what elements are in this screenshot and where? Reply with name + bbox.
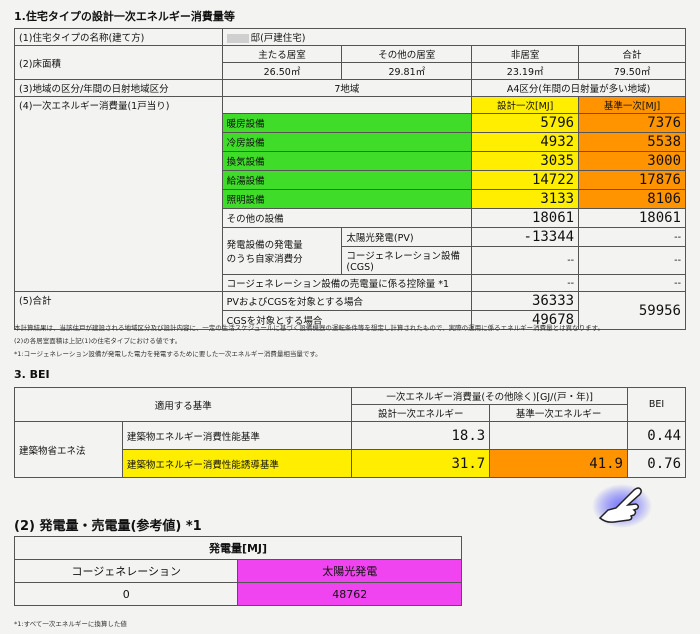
total-pv-cgs-value: 36333: [471, 291, 580, 311]
cgs-column-label: コージェネレーション: [13, 559, 239, 583]
blank-cell: [221, 96, 473, 114]
equipment-standard: 8106: [578, 189, 686, 209]
energy-header: 一次エネルギー消費量(その他除く)[GJ/(戸・年)]: [351, 387, 628, 405]
criterion-bei: 0.76: [626, 449, 687, 478]
generation-label-line2: のうち自家消費分: [226, 254, 303, 265]
cgs-label: コージェネレーション設備(CGS): [341, 246, 473, 275]
deduction-design: --: [471, 274, 580, 292]
other-equipment-label: その他の設備: [221, 208, 473, 228]
equipment-design: 5796: [471, 113, 580, 133]
design-header: 設計一次エネルギー: [351, 404, 491, 422]
equipment-name: 換気設備: [221, 151, 473, 171]
footnote: *1:すべて一次エネルギーに換算した値: [14, 620, 127, 628]
generation-label-line1: 発電設備の発電量: [226, 240, 303, 251]
area-header: 合計: [578, 45, 686, 63]
cgs-design: --: [471, 246, 580, 275]
region-value: 7地域: [221, 79, 473, 97]
region-label: (3)地域の区分/年間の日射地域区分: [14, 79, 223, 97]
section3-title: 3. BEI: [14, 368, 50, 381]
standard-header: 基準一次エネルギー: [489, 404, 628, 422]
note-2: (2)の各居室面積は上記(1)の住宅タイプにおける値です。: [14, 337, 182, 345]
energy-table: (1)住宅タイプの名称(建て方) 邸(戸建住宅) (2)床面積 主たる居室 その…: [14, 28, 687, 330]
area-value: 79.50㎡: [578, 62, 686, 80]
standard-header: 基準一次[MJ]: [578, 96, 686, 114]
applied-header: 適用する基準: [13, 387, 353, 422]
criterion-design: 31.7: [351, 449, 491, 478]
area-value: 26.50㎡: [221, 62, 343, 80]
area-label: (2)床面積: [14, 45, 223, 80]
section1-title: 1.住宅タイプの設計一次エネルギー消費量等: [14, 10, 235, 23]
note-3: *1:コージェネレーション設備が発電した電力を発電するために要した一次エネルギー…: [14, 350, 322, 358]
generation-table: 発電量[MJ] コージェネレーション 太陽光発電 0 48762: [13, 536, 462, 606]
other-design: 18061: [471, 208, 580, 228]
criterion-standard: [489, 421, 628, 450]
deduction-label: コージェネレーション設備の売電量に係る控除量 *1: [221, 274, 473, 292]
equipment-design: 3035: [471, 151, 580, 171]
total-pv-cgs-label: PVおよびCGSを対象とする場合: [221, 291, 473, 311]
equipment-design: 14722: [471, 170, 580, 190]
bei-table: 適用する基準 一次エネルギー消費量(その他除く)[GJ/(戸・年)] BEI 設…: [13, 387, 687, 478]
criterion-bei: 0.44: [626, 421, 687, 450]
bei-header: BEI: [626, 387, 687, 422]
pv-standard: --: [578, 227, 686, 247]
solar-region-value: A4区分(年間の日射量が多い地域): [471, 79, 686, 97]
energy-label: (4)一次エネルギー消費量(1戸当り): [14, 96, 223, 292]
equipment-name: 暖房設備: [221, 113, 473, 133]
pv-label: 太陽光発電(PV): [341, 227, 473, 247]
area-header: 非居室: [471, 45, 580, 63]
law-label: 建築物省エネ法: [14, 421, 123, 478]
equipment-name: 給湯設備: [221, 170, 473, 190]
criterion-design: 18.3: [351, 421, 491, 450]
name-label: (1)住宅タイプの名称(建て方): [14, 28, 223, 46]
equipment-name: 冷房設備: [221, 132, 473, 152]
generation-header: 発電量[MJ]: [14, 536, 462, 560]
generation-label: 発電設備の発電量 のうち自家消費分: [221, 227, 343, 275]
area-value: 29.81㎡: [341, 62, 473, 80]
criterion-name: 建築物エネルギー消費性能基準: [121, 421, 353, 450]
deduction-standard: --: [578, 274, 686, 292]
name-text: 邸(戸建住宅): [250, 33, 306, 44]
equipment-standard: 7376: [578, 113, 686, 133]
pv-column-label: 太陽光発電: [237, 559, 462, 583]
design-header: 設計一次[MJ]: [471, 96, 580, 114]
equipment-design: 4932: [471, 132, 580, 152]
area-value: 23.19㎡: [471, 62, 580, 80]
equipment-standard: 17876: [578, 170, 686, 190]
criterion-standard: 41.9: [489, 449, 628, 478]
pv-design: -13344: [471, 227, 580, 247]
pointing-hand-icon: [592, 484, 652, 528]
note-1: 本計算結果は、当該住戸が建設される地域区分及び設計内容に、一定の生活スケジュール…: [14, 324, 604, 332]
other-standard: 18061: [578, 208, 686, 228]
cgs-value: 0: [13, 582, 239, 606]
redacted-name: [226, 34, 249, 43]
area-header: その他の居室: [341, 45, 473, 63]
section2-title: (2) 発電量・売電量(参考値) *1: [14, 519, 202, 534]
equipment-standard: 5538: [578, 132, 686, 152]
equipment-standard: 3000: [578, 151, 686, 171]
cgs-standard: --: [578, 246, 686, 275]
equipment-design: 3133: [471, 189, 580, 209]
criterion-name: 建築物エネルギー消費性能誘導基準: [121, 449, 353, 478]
area-header: 主たる居室: [221, 45, 343, 63]
equipment-name: 照明設備: [221, 189, 473, 209]
pv-value: 48762: [237, 582, 462, 606]
name-value: 邸(戸建住宅): [221, 28, 687, 46]
